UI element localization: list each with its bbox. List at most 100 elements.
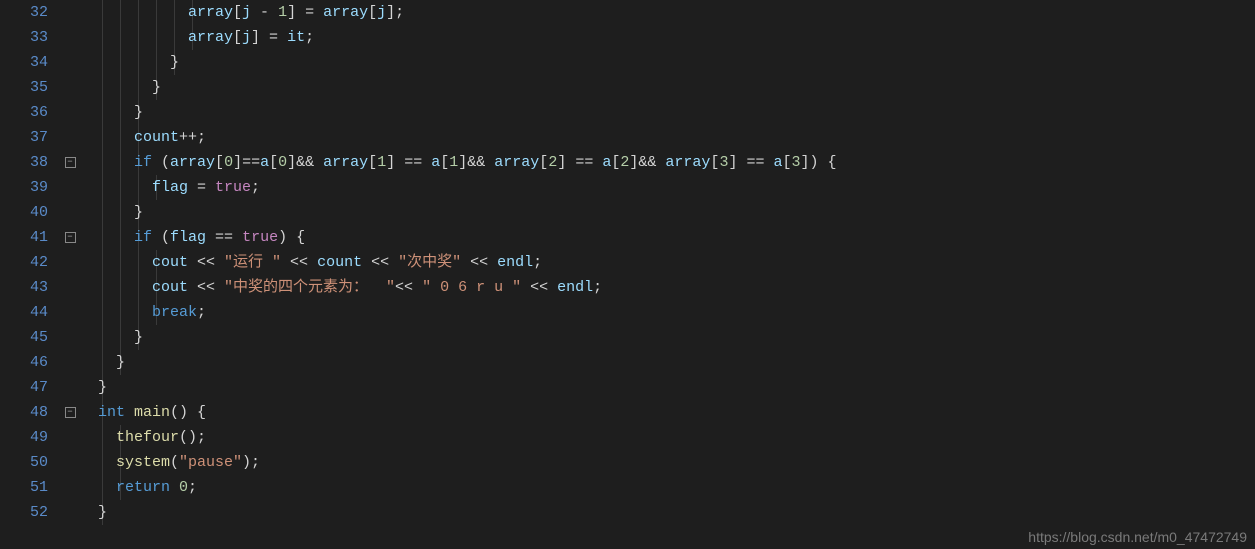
- code-text[interactable]: }: [80, 79, 161, 96]
- code-line[interactable]: }: [80, 500, 1255, 525]
- token-br: }: [134, 204, 143, 221]
- code-line[interactable]: array[j] = it;: [80, 25, 1255, 50]
- code-text[interactable]: }: [80, 204, 143, 221]
- token-op: <<: [395, 279, 422, 296]
- line-number: 51: [0, 475, 48, 500]
- collapse-icon[interactable]: −: [65, 157, 76, 168]
- code-text[interactable]: }: [80, 54, 179, 71]
- token-var: cout: [152, 254, 188, 271]
- code-text[interactable]: return 0;: [80, 479, 197, 496]
- token-op: ] =: [251, 29, 287, 46]
- token-fn: main: [134, 404, 170, 421]
- line-number: 36: [0, 100, 48, 125]
- code-line[interactable]: count++;: [80, 125, 1255, 150]
- token-kw2: true: [242, 229, 278, 246]
- token-fn: thefour: [116, 429, 179, 446]
- token-op: [: [368, 154, 377, 171]
- code-line[interactable]: if (array[0]==a[0]&& array[1] == a[1]&& …: [80, 150, 1255, 175]
- code-editor[interactable]: 3233343536373839404142434445464748495051…: [0, 0, 1255, 549]
- code-text[interactable]: break;: [80, 304, 206, 321]
- code-line[interactable]: return 0;: [80, 475, 1255, 500]
- token-op: (: [170, 454, 179, 471]
- token-op: <<: [281, 254, 317, 271]
- code-text[interactable]: if (flag == true) {: [80, 229, 305, 246]
- code-line[interactable]: }: [80, 50, 1255, 75]
- code-text[interactable]: array[j - 1] = array[j];: [80, 4, 404, 21]
- line-number: 46: [0, 350, 48, 375]
- code-line[interactable]: break;: [80, 300, 1255, 325]
- token-num: 1: [278, 4, 287, 21]
- code-line[interactable]: thefour();: [80, 425, 1255, 450]
- code-text[interactable]: if (array[0]==a[0]&& array[1] == a[1]&& …: [80, 154, 837, 171]
- fold-cell: [60, 300, 80, 325]
- fold-cell: [60, 25, 80, 50]
- line-number: 42: [0, 250, 48, 275]
- token-var: a: [260, 154, 269, 171]
- fold-cell: [60, 250, 80, 275]
- code-line[interactable]: }: [80, 325, 1255, 350]
- token-var: it: [287, 29, 305, 46]
- token-num: 0: [278, 154, 287, 171]
- token-num: 2: [548, 154, 557, 171]
- code-line[interactable]: cout << "中奖的四个元素为： "<< " 0 6 r u " << en…: [80, 275, 1255, 300]
- code-text[interactable]: }: [80, 504, 107, 521]
- code-text[interactable]: }: [80, 379, 107, 396]
- line-number: 37: [0, 125, 48, 150]
- code-line[interactable]: }: [80, 100, 1255, 125]
- code-text[interactable]: }: [80, 104, 143, 121]
- code-line[interactable]: cout << "运行 " << count << "次中奖" << endl;: [80, 250, 1255, 275]
- code-area[interactable]: array[j - 1] = array[j]; array[j] = it;}}…: [80, 0, 1255, 549]
- fold-cell: [60, 0, 80, 25]
- fold-cell[interactable]: −: [60, 150, 80, 175]
- token-var: array: [665, 154, 710, 171]
- code-text[interactable]: }: [80, 354, 125, 371]
- code-line[interactable]: array[j - 1] = array[j];: [80, 0, 1255, 25]
- code-text[interactable]: cout << "中奖的四个元素为： "<< " 0 6 r u " << en…: [80, 279, 602, 296]
- token-op: ) {: [278, 229, 305, 246]
- token-fn: system: [116, 454, 170, 471]
- code-line[interactable]: if (flag == true) {: [80, 225, 1255, 250]
- code-line[interactable]: }: [80, 200, 1255, 225]
- fold-cell[interactable]: −: [60, 400, 80, 425]
- token-str: "pause": [179, 454, 242, 471]
- token-op: <<: [461, 254, 497, 271]
- code-text[interactable]: system("pause");: [80, 454, 260, 471]
- token-var: count: [317, 254, 362, 271]
- code-text[interactable]: thefour();: [80, 429, 206, 446]
- code-line[interactable]: flag = true;: [80, 175, 1255, 200]
- line-number-gutter: 3233343536373839404142434445464748495051…: [0, 0, 60, 549]
- code-line[interactable]: system("pause");: [80, 450, 1255, 475]
- code-line[interactable]: }: [80, 75, 1255, 100]
- collapse-icon[interactable]: −: [65, 407, 76, 418]
- token-br: }: [98, 379, 107, 396]
- line-number: 35: [0, 75, 48, 100]
- token-op: ;: [305, 29, 314, 46]
- code-line[interactable]: int main() {: [80, 400, 1255, 425]
- collapse-icon[interactable]: −: [65, 232, 76, 243]
- fold-cell: [60, 275, 80, 300]
- token-var: a: [602, 154, 611, 171]
- token-kw: if: [134, 229, 161, 246]
- token-num: 0: [179, 479, 188, 496]
- token-op: ]&&: [629, 154, 665, 171]
- token-kw: break: [152, 304, 197, 321]
- code-text[interactable]: array[j] = it;: [80, 29, 314, 46]
- code-text[interactable]: count++;: [80, 129, 206, 146]
- token-str: "次中奖": [398, 254, 461, 271]
- code-line[interactable]: }: [80, 350, 1255, 375]
- token-op: [: [215, 154, 224, 171]
- token-var: cout: [152, 279, 188, 296]
- line-number: 39: [0, 175, 48, 200]
- code-text[interactable]: }: [80, 329, 143, 346]
- token-num: 1: [377, 154, 386, 171]
- code-line[interactable]: }: [80, 375, 1255, 400]
- code-text[interactable]: cout << "运行 " << count << "次中奖" << endl;: [80, 254, 542, 271]
- line-number: 32: [0, 0, 48, 25]
- fold-cell[interactable]: −: [60, 225, 80, 250]
- code-text[interactable]: flag = true;: [80, 179, 260, 196]
- fold-cell: [60, 425, 80, 450]
- fold-cell: [60, 125, 80, 150]
- token-op: =: [188, 179, 215, 196]
- token-op: ;: [188, 479, 197, 496]
- code-text[interactable]: int main() {: [80, 404, 206, 421]
